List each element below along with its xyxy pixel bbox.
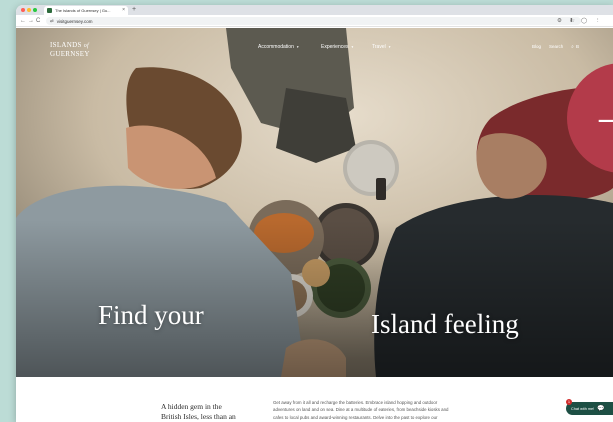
maximize-window-button[interactable]: [33, 8, 37, 12]
hero-headline-right: Island feeling: [371, 309, 519, 339]
browser-toolbar: ← → C ⇌ visitguernsey.com ☆ ⚙ ⬇ ◯ ⋮: [16, 15, 613, 27]
site-logo[interactable]: ISLANDS of GUERNSEY: [50, 41, 90, 58]
nav-travel[interactable]: Travel ▾: [372, 44, 390, 50]
chevron-down-icon: ▾: [388, 45, 391, 49]
minimize-window-button[interactable]: [27, 8, 31, 12]
chat-bubble-icon: 💬: [597, 405, 605, 412]
intro-section: A hidden gem in the British Isles, less …: [16, 377, 613, 422]
plus-icon: +: [593, 93, 613, 147]
reload-button[interactable]: C: [36, 17, 40, 25]
intro-body: Get away from it all and recharge the ba…: [273, 399, 503, 421]
intro-heading-line-2: British Isles, less than an: [161, 412, 236, 421]
chat-label: Chat with me!: [571, 406, 595, 411]
nav-travel-label: Travel: [372, 44, 386, 50]
forward-button[interactable]: →: [28, 17, 34, 25]
intro-body-line-2: adventures on land and on sea. Dine at a…: [273, 407, 449, 413]
url-text: visitguernsey.com: [56, 18, 93, 24]
chevron-down-icon: ▾: [351, 45, 354, 49]
address-bar[interactable]: ⇌ visitguernsey.com ☆: [46, 17, 581, 25]
favicon-icon: [47, 8, 52, 13]
downloads-icon[interactable]: ⬇: [569, 17, 574, 25]
nav-accommodation-label: Accommodation: [258, 44, 294, 50]
tab-title: The Islands of Guernsey | Gu...: [55, 8, 111, 13]
nav-more-link[interactable]: B: [576, 44, 579, 49]
extensions-icon[interactable]: ⚙: [557, 17, 562, 25]
nav-search-label: Search: [549, 44, 564, 49]
close-window-button[interactable]: [21, 8, 25, 12]
chevron-down-icon: ▾: [296, 45, 299, 49]
nav-blog-link[interactable]: Blog: [532, 44, 541, 49]
chat-button[interactable]: Chat with me! 💬: [566, 402, 613, 415]
search-icon: ⌕: [571, 44, 574, 49]
new-tab-button[interactable]: +: [132, 6, 136, 14]
nav-experiences[interactable]: Experiences ▾: [321, 44, 353, 50]
intro-heading: A hidden gem in the British Isles, less …: [161, 402, 236, 422]
tab-close-icon[interactable]: ×: [122, 8, 125, 13]
browser-window: The Islands of Guernsey | Gu... × + ← → …: [16, 5, 613, 422]
chat-notification-badge: 1: [566, 399, 572, 405]
profile-icon[interactable]: ◯: [581, 17, 587, 25]
intro-body-line-1: Get away from it all and recharge the ba…: [273, 400, 438, 405]
hero-section: ISLANDS of GUERNSEY Accommodation ▾ Expe…: [16, 28, 613, 377]
site-info-icon[interactable]: ⇌: [50, 18, 54, 24]
menu-icon[interactable]: ⋮: [595, 17, 601, 25]
logo-line-2: GUERNSEY: [50, 49, 90, 58]
nav-accommodation[interactable]: Accommodation ▾: [258, 44, 299, 50]
intro-heading-line-1: A hidden gem in the: [161, 402, 222, 411]
browser-tab[interactable]: The Islands of Guernsey | Gu... ×: [44, 6, 128, 15]
hero-headline-left: Find your: [98, 300, 204, 330]
intro-body-line-3: cafes to local pubs and award-winning re…: [273, 414, 438, 420]
tab-bar: The Islands of Guernsey | Gu... × +: [16, 5, 613, 15]
nav-search-link[interactable]: Search ⌕: [549, 44, 574, 49]
nav-experiences-label: Experiences: [321, 44, 349, 50]
back-button[interactable]: ←: [20, 17, 26, 25]
